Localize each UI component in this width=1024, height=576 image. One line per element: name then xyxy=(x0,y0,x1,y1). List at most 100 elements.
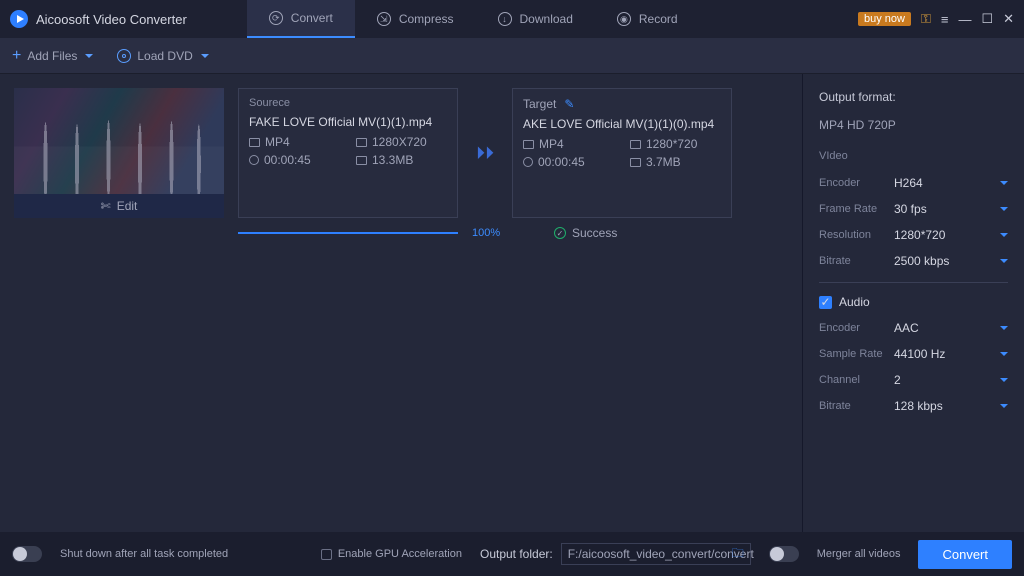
chevron-down-icon xyxy=(1000,207,1008,211)
audio-samplerate-field[interactable]: Sample Rate44100 Hz xyxy=(819,341,1008,367)
tab-label: Download xyxy=(520,12,573,26)
maximize-icon[interactable]: ☐ xyxy=(981,11,993,27)
main-area: ✄ Edit Sourece FAKE LOVE Official MV(1)(1… xyxy=(0,74,1024,532)
source-resolution: 1280X720 xyxy=(356,135,447,149)
tab-compress[interactable]: ⇲Compress xyxy=(355,0,476,38)
titlebar: Aicoosoft Video Converter ⟳ Convert ⇲Comp… xyxy=(0,0,1024,38)
target-size: 3.7MB xyxy=(630,155,721,169)
chevron-down-icon xyxy=(1000,326,1008,330)
gpu-label: Enable GPU Acceleration xyxy=(338,548,462,560)
disc-icon xyxy=(117,49,131,63)
audio-encoder-field[interactable]: EncoderAAC xyxy=(819,315,1008,341)
output-sidebar: Output format: MP4 HD 720P VIdeo Encoder… xyxy=(802,74,1024,532)
chevron-down-icon xyxy=(1000,233,1008,237)
titlebar-controls: buy now ⚿ ≡ — ☐ ✕ xyxy=(858,11,1014,27)
load-dvd-label: Load DVD xyxy=(137,49,192,63)
merger-toggle[interactable] xyxy=(769,546,799,562)
tab-label: Compress xyxy=(399,12,454,26)
source-heading: Sourece xyxy=(249,97,447,109)
scissors-icon: ✄ xyxy=(101,199,111,213)
format-icon xyxy=(249,138,260,147)
file-row: ✄ Edit Sourece FAKE LOVE Official MV(1)(1… xyxy=(14,88,788,218)
chevron-down-icon xyxy=(1000,181,1008,185)
add-files-label: Add Files xyxy=(27,49,77,63)
plus-icon: + xyxy=(12,47,21,65)
shutdown-toggle[interactable] xyxy=(12,546,42,562)
target-card: Target ✎ AKE LOVE Official MV(1)(1)(0).mp… xyxy=(512,88,732,218)
video-thumbnail[interactable] xyxy=(14,88,224,194)
edit-target-icon[interactable]: ✎ xyxy=(564,97,574,111)
resolution-icon xyxy=(630,140,641,149)
chevron-down-icon xyxy=(1000,404,1008,408)
close-icon[interactable]: ✕ xyxy=(1003,11,1014,27)
app-title: Aicoosoft Video Converter xyxy=(36,12,187,27)
source-meta: MP4 1280X720 00:00:45 13.3MB xyxy=(249,135,447,167)
load-dvd-button[interactable]: Load DVD xyxy=(117,49,192,63)
target-heading: Target xyxy=(523,97,556,111)
edit-label: Edit xyxy=(117,199,138,213)
gpu-checkbox[interactable]: Enable GPU Acceleration xyxy=(321,548,462,560)
app-logo-icon xyxy=(10,10,28,28)
key-icon[interactable]: ⚿ xyxy=(921,11,931,27)
toolbar: + Add Files Load DVD xyxy=(0,38,1024,74)
video-bitrate-field[interactable]: Bitrate2500 kbps xyxy=(819,248,1008,274)
add-files-dropdown-icon[interactable] xyxy=(85,54,93,58)
shutdown-label: Shut down after all task completed xyxy=(60,548,228,560)
source-size: 13.3MB xyxy=(356,153,447,167)
main-tabs: ⟳ Convert ⇲Compress ↓ Download ◉ Record xyxy=(247,0,700,38)
output-folder-path: F:/aicoosoft_video_convert/convert xyxy=(568,547,754,561)
convert-button[interactable]: Convert xyxy=(918,540,1012,569)
audio-toggle[interactable]: ✓ Audio xyxy=(819,291,1008,315)
tab-label: Convert xyxy=(291,11,333,25)
minimize-icon[interactable]: — xyxy=(958,12,971,27)
audio-section-label: Audio xyxy=(839,295,870,309)
add-files-button[interactable]: + Add Files xyxy=(12,47,77,65)
footer: Shut down after all task completed Enabl… xyxy=(0,532,1024,576)
tab-record[interactable]: ◉ Record xyxy=(595,0,700,38)
content-panel: ✄ Edit Sourece FAKE LOVE Official MV(1)(1… xyxy=(0,74,802,532)
folder-icon[interactable]: 🗀 xyxy=(732,544,744,565)
video-section-label: VIdeo xyxy=(819,150,1008,162)
convert-icon: ⟳ xyxy=(269,11,283,25)
edit-button[interactable]: ✄ Edit xyxy=(14,194,224,218)
record-icon: ◉ xyxy=(617,12,631,26)
menu-icon[interactable]: ≡ xyxy=(941,12,949,27)
checkbox-icon xyxy=(321,549,332,560)
buy-now-button[interactable]: buy now xyxy=(858,12,911,26)
video-framerate-field[interactable]: Frame Rate30 fps xyxy=(819,196,1008,222)
output-folder-group: Output folder: F:/aicoosoft_video_conver… xyxy=(480,543,751,565)
source-card: Sourece FAKE LOVE Official MV(1)(1).mp4 … xyxy=(238,88,458,218)
preset-selector[interactable]: MP4 HD 720P xyxy=(819,114,1008,146)
output-folder-input[interactable]: F:/aicoosoft_video_convert/convert🗀 xyxy=(561,543,751,565)
video-resolution-field[interactable]: Resolution1280*720 xyxy=(819,222,1008,248)
target-resolution: 1280*720 xyxy=(630,137,721,151)
tab-convert[interactable]: ⟳ Convert xyxy=(247,0,355,38)
audio-bitrate-field[interactable]: Bitrate128 kbps xyxy=(819,393,1008,419)
source-format: MP4 xyxy=(249,135,340,149)
merger-label: Merger all videos xyxy=(817,548,901,560)
resolution-icon xyxy=(356,138,367,147)
size-icon xyxy=(356,156,367,165)
target-duration: 00:00:45 xyxy=(523,155,614,169)
audio-channel-field[interactable]: Channel2 xyxy=(819,367,1008,393)
load-dvd-dropdown-icon[interactable] xyxy=(201,54,209,58)
target-meta: MP4 1280*720 00:00:45 3.7MB xyxy=(523,137,721,169)
target-format: MP4 xyxy=(523,137,614,151)
chevron-down-icon xyxy=(1000,352,1008,356)
progress-bar xyxy=(238,232,458,234)
source-filename: FAKE LOVE Official MV(1)(1).mp4 xyxy=(249,115,447,129)
clock-icon xyxy=(249,155,259,165)
source-duration: 00:00:45 xyxy=(249,153,340,167)
arrow-icon: ⏵⏵ xyxy=(472,143,498,164)
progress-row: 100% ✓Success xyxy=(14,226,788,240)
status-text: Success xyxy=(572,226,617,240)
download-icon: ↓ xyxy=(498,12,512,26)
checkbox-checked-icon: ✓ xyxy=(819,296,832,309)
output-format-heading: Output format: xyxy=(819,90,1008,104)
target-filename: AKE LOVE Official MV(1)(1)(0).mp4 xyxy=(523,117,721,131)
tab-label: Record xyxy=(639,12,678,26)
output-folder-label: Output folder: xyxy=(480,547,553,561)
video-encoder-field[interactable]: EncoderH264 xyxy=(819,170,1008,196)
preset-value: MP4 HD 720P xyxy=(819,118,896,132)
tab-download[interactable]: ↓ Download xyxy=(476,0,595,38)
